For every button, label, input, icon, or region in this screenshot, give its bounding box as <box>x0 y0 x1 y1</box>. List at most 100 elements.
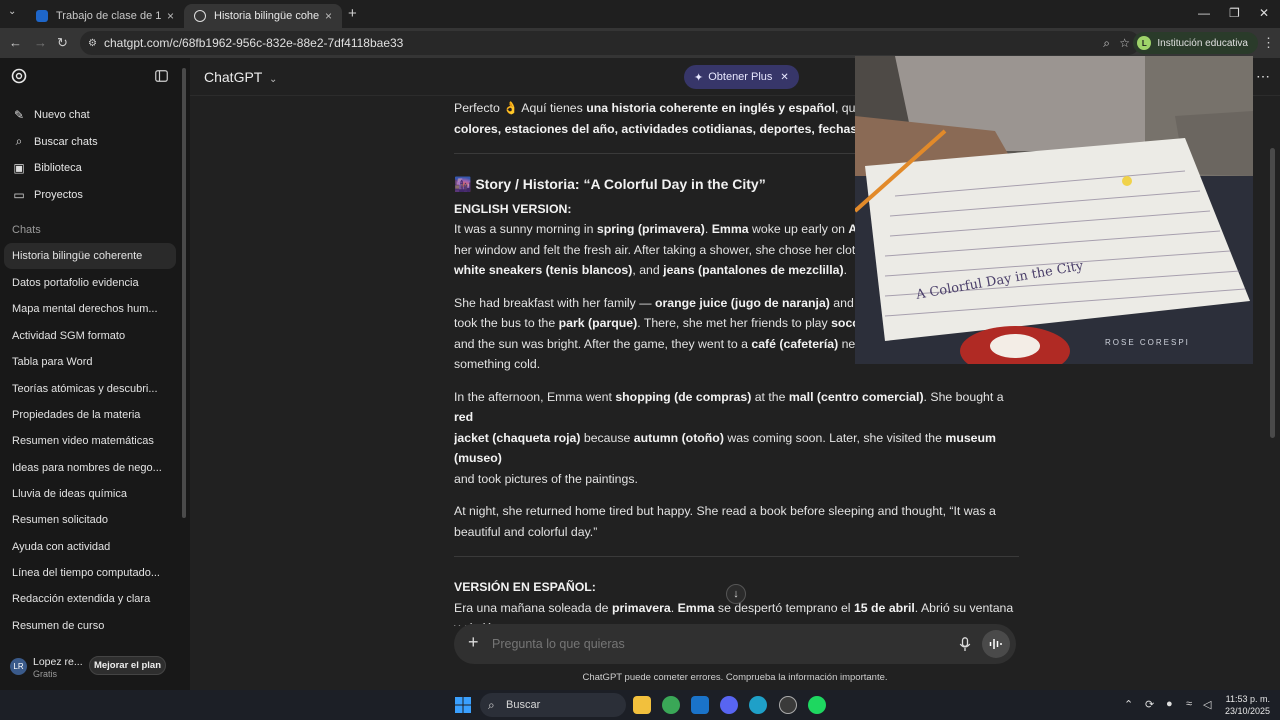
sync-icon[interactable]: ⟳ <box>1145 698 1154 711</box>
reload-icon[interactable]: ↻ <box>57 35 68 51</box>
new-tab-icon[interactable]: + <box>348 5 357 22</box>
text: and <box>829 295 858 310</box>
restore-icon[interactable]: ❐ <box>1229 6 1240 20</box>
chat-item[interactable]: Ideas para nombres de nego... <box>4 455 176 481</box>
chat-item[interactable]: Resumen de curso <box>4 613 176 639</box>
divider <box>454 556 1019 557</box>
text: took the bus to the <box>454 316 559 330</box>
get-plus-button[interactable]: ✦ Obtener Plus ✕ <box>684 65 799 89</box>
bold-text: spring (primavera) <box>596 222 705 236</box>
edge-icon[interactable] <box>749 696 767 714</box>
chat-item[interactable]: Lluvia de ideas química <box>4 481 176 507</box>
prompt-input[interactable] <box>492 634 912 654</box>
profile-label: Institución educativa <box>1157 37 1248 49</box>
scroll-down-button[interactable]: ↓ <box>726 584 746 604</box>
chat-item[interactable]: Historia bilingüe coherente <box>4 243 176 269</box>
tab-list-chevron-icon[interactable]: ⌄ <box>8 6 16 17</box>
text: . <box>843 263 847 277</box>
webcam-overlay[interactable]: A Colorful Day in the City ROSE CORESPI <box>855 56 1253 364</box>
browser-menu-icon[interactable]: ⋮ <box>1262 35 1275 51</box>
wifi-icon[interactable]: ≈ <box>1186 698 1192 710</box>
voice-mode-button[interactable] <box>982 630 1010 658</box>
taskbar: ⌕ Buscar ⌃ ⟳ ● ≈ ◁ 11:53 p. m. 23/10/202… <box>0 690 1280 720</box>
story-paragraph: At night, she returned home tired but ha… <box>454 504 996 539</box>
microphone-tray-icon[interactable]: ● <box>1166 698 1173 710</box>
text: Era una mañana soleada de <box>454 600 612 615</box>
back-icon[interactable]: ← <box>9 35 22 50</box>
voice-waveform-icon <box>989 639 1002 649</box>
model-selector[interactable]: ChatGPT ⌄ <box>204 69 277 85</box>
tray-expand-icon[interactable]: ⌃ <box>1124 698 1133 711</box>
close-window-icon[interactable]: ✕ <box>1259 6 1269 20</box>
address-bar[interactable]: ⚙ chatgpt.com/c/68fb1962-956c-832e-88e2-… <box>80 31 1140 55</box>
zoom-icon[interactable]: ⌕ <box>1103 36 1110 51</box>
text: and the sun was bright. After the game, … <box>454 336 752 351</box>
forward-icon[interactable]: → <box>34 35 47 50</box>
get-plus-label: Obtener Plus <box>708 71 773 83</box>
upgrade-plan-button[interactable]: Mejorar el plan <box>89 656 166 675</box>
volume-icon[interactable]: ◁ <box>1203 698 1211 711</box>
minimize-icon[interactable]: — <box>1198 6 1210 20</box>
chat-item[interactable]: Teorías atómicas y descubri... <box>4 376 176 402</box>
intro-text: Perfecto 👌 Aquí tienes <box>454 101 587 115</box>
chat-item[interactable]: Ayuda con actividad <box>4 534 176 560</box>
taskbar-search[interactable]: ⌕ Buscar <box>480 693 626 717</box>
browser-tab-strip: ⌄ Trabajo de clase de 1AM CULTU × Histor… <box>0 0 1280 28</box>
tab-title: Trabajo de clase de 1AM CULTU <box>56 10 161 22</box>
sidebar-search-chats[interactable]: ⌕ Buscar chats <box>12 134 98 149</box>
sidebar-item-label: Nuevo chat <box>34 109 90 121</box>
text: . There, she met her friends to play <box>637 316 832 330</box>
chat-item[interactable]: Tabla para Word <box>4 349 176 375</box>
discord-icon[interactable] <box>720 696 738 714</box>
chatgpt-logo-icon[interactable] <box>11 68 27 84</box>
more-options-icon[interactable]: ⋯ <box>1256 68 1270 85</box>
chat-item[interactable]: Redacción extendida y clara <box>4 586 176 612</box>
close-tab-icon[interactable]: × <box>325 9 332 23</box>
edit-icon: ✎ <box>13 108 25 122</box>
user-profile[interactable]: LR Lopez re... Gratis <box>10 656 90 684</box>
bold-text: café (cafetería) <box>751 336 839 351</box>
sparkle-icon: ✦ <box>694 71 704 84</box>
site-info-icon[interactable]: ⚙ <box>88 38 97 49</box>
system-clock[interactable]: 11:53 p. m. 23/10/2025 <box>1220 693 1270 717</box>
file-explorer-icon[interactable] <box>633 696 651 714</box>
sidebar-new-chat[interactable]: ✎ Nuevo chat <box>12 108 90 122</box>
microphone-icon[interactable] <box>959 637 971 652</box>
sidebar-projects[interactable]: ▭ Proyectos <box>12 188 83 202</box>
browser-toolbar: ← → ↻ ⚙ chatgpt.com/c/68fb1962-956c-832e… <box>0 28 1280 58</box>
outlook-icon[interactable] <box>691 696 709 714</box>
github-icon[interactable] <box>779 696 797 714</box>
bold-text: mall (centro comercial) <box>788 389 924 404</box>
bold-text: jacket (chaqueta roja) <box>454 430 581 445</box>
close-icon[interactable]: ✕ <box>780 72 788 83</box>
clock-date: 23/10/2025 <box>1224 706 1270 716</box>
bookmark-star-icon[interactable]: ☆ <box>1119 36 1130 50</box>
close-tab-icon[interactable]: × <box>167 9 174 23</box>
chat-item[interactable]: Datos portafolio evidencia <box>4 270 176 296</box>
sidebar-library[interactable]: ▣ Biblioteca <box>12 161 81 175</box>
windows-start-icon[interactable] <box>455 697 471 713</box>
toggle-sidebar-icon[interactable] <box>155 70 168 82</box>
chrome-icon[interactable] <box>662 696 680 714</box>
folder-icon: ▭ <box>13 188 25 202</box>
chat-item[interactable]: Línea del tiempo computado... <box>4 560 176 586</box>
composer[interactable]: + <box>454 624 1016 664</box>
bold-text: Emma <box>677 600 715 615</box>
taskbar-search-label: Buscar <box>506 699 541 711</box>
browser-tab-chatgpt[interactable]: Historia bilingüe coherente × <box>184 4 342 28</box>
chat-item[interactable]: Resumen video matemáticas <box>4 428 176 454</box>
chat-item[interactable]: Actividad SGM formato <box>4 323 176 349</box>
browser-tab-classwork[interactable]: Trabajo de clase de 1AM CULTU × <box>26 4 184 28</box>
profile-chip[interactable]: L Institución educativa <box>1133 32 1258 54</box>
sidebar-scrollbar[interactable] <box>182 68 186 518</box>
sidebar: ✎ Nuevo chat ⌕ Buscar chats ▣ Biblioteca… <box>0 58 190 690</box>
chat-item[interactable]: Resumen solicitado <box>4 507 176 533</box>
bold-text: red <box>454 410 474 424</box>
add-attachment-icon[interactable]: + <box>468 632 479 653</box>
chat-item[interactable]: Mapa mental derechos hum... <box>4 296 176 322</box>
intro-bold: una historia coherente en inglés y españ… <box>586 101 835 115</box>
main-scrollbar[interactable] <box>1270 148 1275 438</box>
spotify-icon[interactable] <box>808 696 826 714</box>
webcam-feed <box>855 56 1253 364</box>
chat-item[interactable]: Propiedades de la materia <box>4 402 176 428</box>
